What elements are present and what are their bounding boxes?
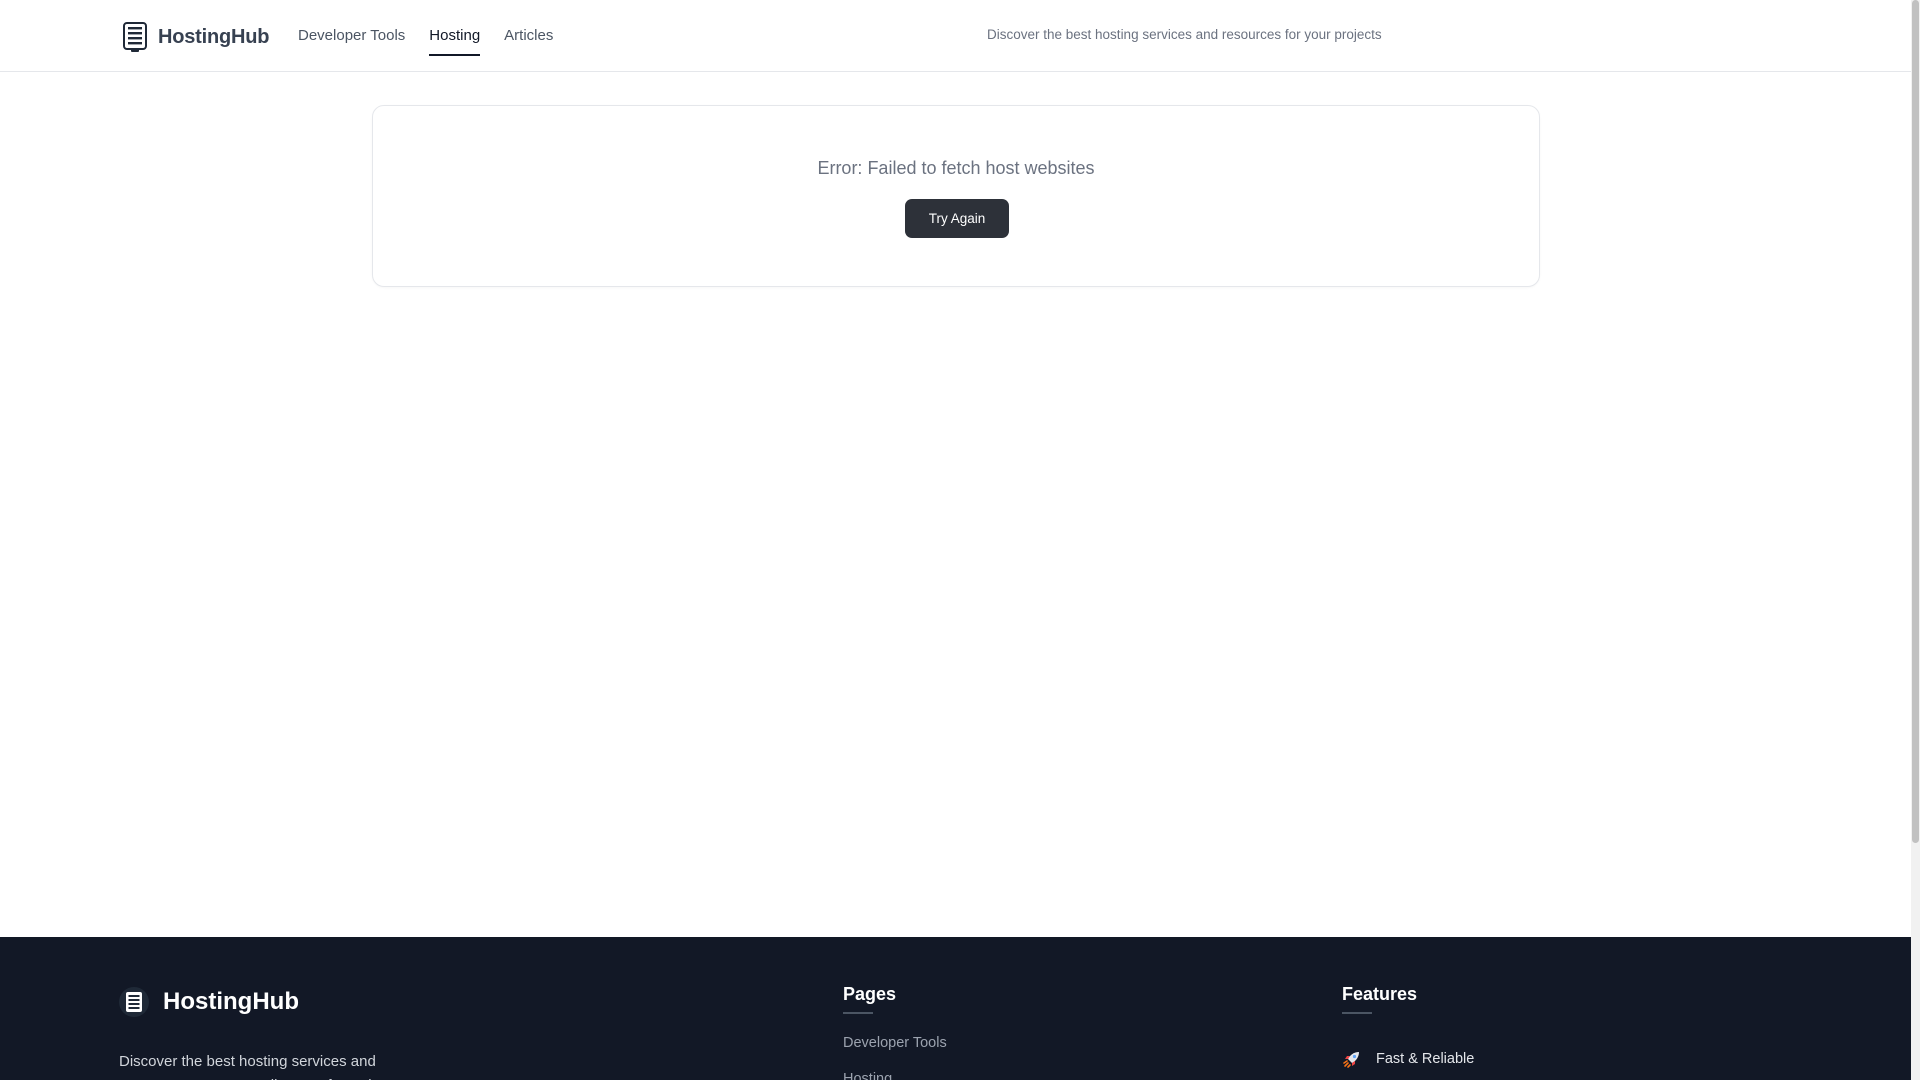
- nav-articles[interactable]: Articles: [504, 0, 553, 72]
- footer-description: Discover the best hosting services and r…: [119, 1053, 377, 1080]
- footer-link-hosting[interactable]: Hosting: [843, 1071, 892, 1080]
- site-footer: HostingHub Discover the best hosting ser…: [0, 937, 1911, 1080]
- server-icon: [123, 22, 147, 52]
- brand-name: HostingHub: [158, 25, 270, 48]
- error-card: Error: Failed to fetch host websites Try…: [372, 105, 1540, 287]
- page: HostingHub Developer Tools Hosting Artic…: [0, 0, 1911, 1080]
- footer-brand-name: HostingHub: [163, 988, 299, 1015]
- nav-developer-tools[interactable]: Developer Tools: [298, 0, 405, 72]
- error-message: Error: Failed to fetch host websites: [817, 158, 1095, 178]
- rocket-icon: [1343, 1052, 1359, 1068]
- main-nav: Developer Tools Hosting Articles: [298, 0, 577, 72]
- server-icon: [119, 987, 149, 1017]
- footer-link-developer-tools[interactable]: Developer Tools: [843, 1035, 947, 1051]
- site-header: HostingHub Developer Tools Hosting Artic…: [0, 0, 1911, 72]
- header-tagline: Discover the best hosting services and r…: [987, 27, 1382, 42]
- page-scrollbar[interactable]: [1911, 0, 1920, 1080]
- footer-pages-title: Pages: [843, 984, 897, 1014]
- footer-brand[interactable]: HostingHub: [119, 987, 299, 1017]
- nav-hosting[interactable]: Hosting: [429, 0, 480, 72]
- brand-logo[interactable]: HostingHub: [122, 22, 270, 52]
- feature-item: Fast & Reliable: [1342, 1049, 1474, 1069]
- footer-features-title: Features: [1342, 984, 1418, 1014]
- feature-label: Fast & Reliable: [1376, 1051, 1475, 1067]
- try-again-button[interactable]: Try Again: [905, 199, 1009, 238]
- scrollbar-thumb[interactable]: [1912, 0, 1919, 843]
